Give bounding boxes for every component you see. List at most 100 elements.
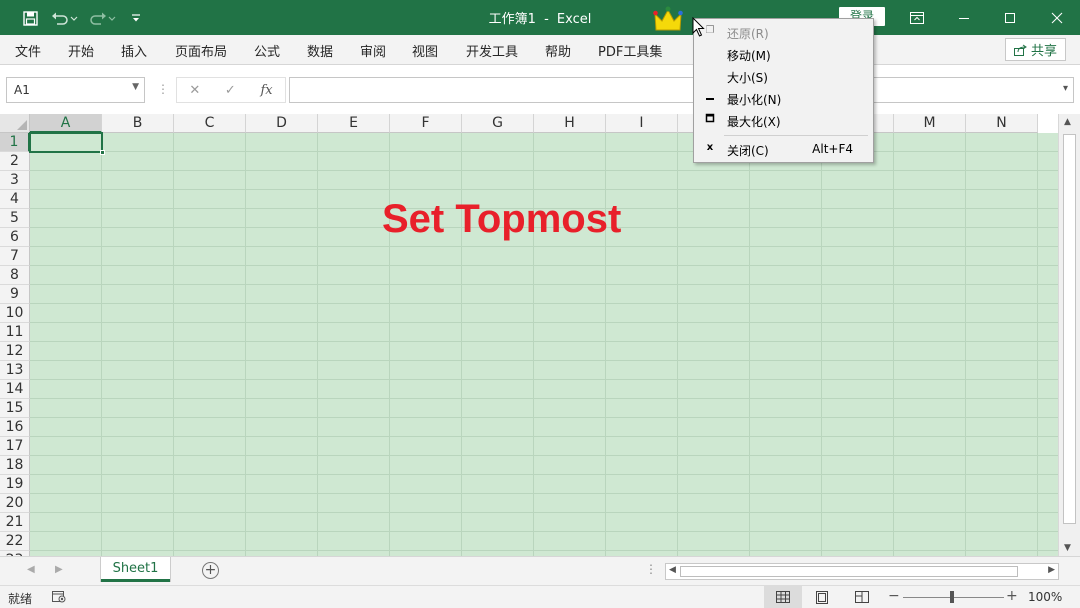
row-header-20[interactable]: 20	[0, 494, 30, 513]
vertical-scrollbar[interactable]: ▲ ▼	[1058, 114, 1080, 556]
column-header-f[interactable]: F	[390, 114, 462, 133]
column-header-n[interactable]: N	[966, 114, 1038, 133]
menu-item-size[interactable]: 大小(S)	[694, 65, 873, 87]
row-header-3[interactable]: 3	[0, 171, 30, 190]
minimize-icon[interactable]	[941, 0, 987, 35]
horizontal-scroll-thumb[interactable]	[680, 566, 1018, 577]
menu-item-label: 大小(S)	[727, 71, 768, 85]
tab-view[interactable]: 视图	[412, 41, 438, 60]
ribbon-display-icon[interactable]	[894, 0, 940, 35]
row-header-16[interactable]: 16	[0, 418, 30, 437]
row-header-22[interactable]: 22	[0, 532, 30, 551]
system-context-menu: ❐ 还原(R) 移动(M) 大小(S) 最小化(N) 最大化(X) x 关闭(C…	[693, 18, 874, 163]
tab-split-handle-icon[interactable]: ⋮	[645, 562, 657, 576]
column-header-a[interactable]: A	[30, 114, 102, 133]
page-layout-view-icon[interactable]	[803, 586, 841, 608]
scroll-up-icon[interactable]: ▲	[1064, 117, 1071, 127]
column-header-i[interactable]: I	[606, 114, 678, 133]
enter-icon[interactable]: ✓	[225, 83, 236, 98]
tab-file[interactable]: 文件	[15, 41, 41, 60]
tab-formulas[interactable]: 公式	[254, 41, 280, 60]
zoom-in-icon[interactable]: +	[1006, 588, 1018, 604]
row-header-13[interactable]: 13	[0, 361, 30, 380]
title-separator: -	[544, 12, 549, 27]
share-label: 共享	[1030, 44, 1057, 59]
column-header-h[interactable]: H	[534, 114, 606, 133]
zoom-level[interactable]: 100%	[1028, 590, 1062, 604]
vertical-scroll-thumb[interactable]	[1063, 134, 1076, 524]
column-header-b[interactable]: B	[102, 114, 174, 133]
tab-home[interactable]: 开始	[68, 41, 94, 60]
select-all-button[interactable]	[0, 114, 30, 133]
menu-item-shortcut: Alt+F4	[812, 142, 853, 156]
tab-help[interactable]: 帮助	[545, 41, 571, 60]
row-header-5[interactable]: 5	[0, 209, 30, 228]
tab-insert[interactable]: 插入	[121, 41, 147, 60]
active-cell-a1[interactable]	[29, 132, 105, 155]
prev-sheet-icon[interactable]: ◀	[27, 564, 35, 575]
row-header-12[interactable]: 12	[0, 342, 30, 361]
menu-item-minimize[interactable]: 最小化(N)	[694, 87, 873, 109]
page-break-view-icon[interactable]	[843, 586, 881, 608]
tab-data[interactable]: 数据	[307, 41, 333, 60]
add-sheet-icon[interactable]: +	[202, 562, 219, 579]
scroll-right-icon[interactable]: ▶	[1048, 565, 1055, 575]
row-header-15[interactable]: 15	[0, 399, 30, 418]
tab-page-layout[interactable]: 页面布局	[175, 41, 227, 60]
row-header-6[interactable]: 6	[0, 228, 30, 247]
normal-view-icon[interactable]	[764, 586, 802, 608]
chevron-down-icon[interactable]: ▼	[132, 82, 139, 92]
scroll-left-icon[interactable]: ◀	[669, 565, 676, 575]
insert-function-icon[interactable]: fx	[260, 83, 272, 98]
row-header-9[interactable]: 9	[0, 285, 30, 304]
menu-item-restore[interactable]: ❐ 还原(R)	[694, 21, 873, 43]
sheet-tab-sheet1[interactable]: Sheet1	[101, 557, 170, 582]
column-header-c[interactable]: C	[174, 114, 246, 133]
menu-item-maximize[interactable]: 最大化(X)	[694, 109, 873, 131]
maximize-icon[interactable]	[987, 0, 1033, 35]
macro-record-icon[interactable]	[52, 590, 66, 606]
row-header-14[interactable]: 14	[0, 380, 30, 399]
zoom-out-icon[interactable]: −	[888, 588, 900, 604]
column-header-m[interactable]: M	[894, 114, 966, 133]
row-header-10[interactable]: 10	[0, 304, 30, 323]
menu-item-label: 移动(M)	[727, 49, 771, 63]
row-header-18[interactable]: 18	[0, 456, 30, 475]
close-icon: x	[706, 142, 714, 153]
tab-review[interactable]: 审阅	[360, 41, 386, 60]
formula-buttons: ✕ ✓ fx	[176, 77, 286, 103]
row-header-1[interactable]: 1	[0, 133, 30, 152]
scroll-down-icon[interactable]: ▼	[1064, 543, 1071, 553]
name-box[interactable]: A1 ▼	[6, 77, 145, 103]
next-sheet-icon[interactable]: ▶	[55, 564, 63, 575]
row-header-4[interactable]: 4	[0, 190, 30, 209]
menu-item-close[interactable]: x 关闭(C) Alt+F4	[694, 138, 873, 160]
tab-pdf-tools[interactable]: PDF工具集	[598, 41, 662, 60]
row-header-21[interactable]: 21	[0, 513, 30, 532]
title-bar: 工作簿1 - Excel 登录	[0, 0, 1080, 35]
crown-icon[interactable]	[653, 4, 683, 36]
horizontal-scrollbar[interactable]: ◀ ▶	[665, 563, 1059, 580]
app-name: Excel	[556, 12, 592, 27]
fill-handle[interactable]	[100, 150, 105, 155]
column-header-e[interactable]: E	[318, 114, 390, 133]
resize-handle-icon[interactable]: ⋮	[157, 82, 169, 96]
row-header-8[interactable]: 8	[0, 266, 30, 285]
column-header-g[interactable]: G	[462, 114, 534, 133]
formula-input[interactable]: ▾	[289, 77, 1074, 103]
row-header-19[interactable]: 19	[0, 475, 30, 494]
tab-developer[interactable]: 开发工具	[466, 41, 518, 60]
row-header-7[interactable]: 7	[0, 247, 30, 266]
row-header-2[interactable]: 2	[0, 152, 30, 171]
share-button[interactable]: 共享	[1004, 38, 1066, 61]
expand-formula-icon[interactable]: ▾	[1063, 83, 1068, 94]
row-header-11[interactable]: 11	[0, 323, 30, 342]
column-header-d[interactable]: D	[246, 114, 318, 133]
row-header-17[interactable]: 17	[0, 437, 30, 456]
zoom-slider-thumb[interactable]	[950, 591, 954, 603]
document-name: 工作簿1	[488, 12, 536, 27]
menu-item-move[interactable]: 移动(M)	[694, 43, 873, 65]
close-icon[interactable]	[1034, 0, 1080, 35]
menu-item-label: 最大化(X)	[727, 115, 781, 129]
cancel-icon[interactable]: ✕	[189, 83, 200, 98]
